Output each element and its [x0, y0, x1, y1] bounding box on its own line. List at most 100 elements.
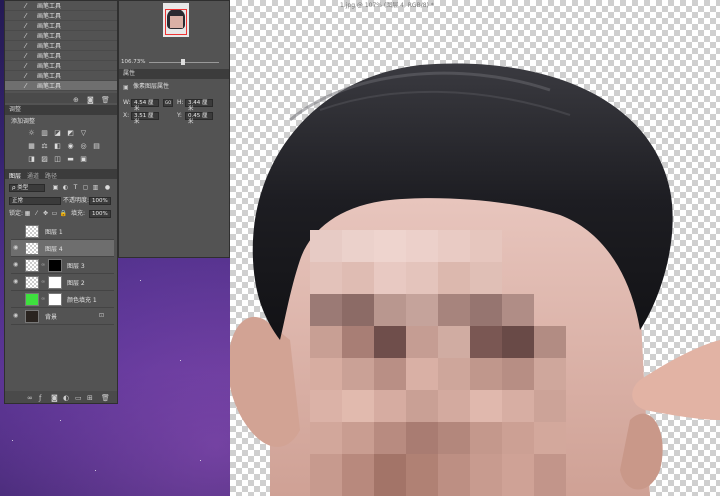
- link-dimensions-button[interactable]: GO: [163, 99, 173, 107]
- new-layer-icon[interactable]: ⊞: [87, 394, 93, 402]
- camera-icon[interactable]: ◙: [87, 96, 94, 104]
- layer-name: 背景: [45, 314, 58, 321]
- star: [12, 440, 13, 441]
- zoom-slider-thumb[interactable]: [181, 59, 185, 65]
- tab-properties[interactable]: 属性: [119, 69, 229, 79]
- levels-icon[interactable]: ▥: [40, 129, 49, 137]
- layer-row[interactable]: ∞ 颜色填充 1: [11, 291, 114, 308]
- layer-mask-thumbnail: [48, 293, 62, 306]
- star: [140, 280, 141, 281]
- threshold-icon[interactable]: ◫: [53, 155, 62, 163]
- add-mask-icon[interactable]: ◙: [51, 394, 58, 402]
- hue-icon[interactable]: ▦: [27, 142, 36, 150]
- new-group-icon[interactable]: ▭: [75, 394, 82, 402]
- layer-row-selected[interactable]: ◉ 图层 4: [11, 240, 114, 257]
- history-item[interactable]: ⁄ 画笔工具: [5, 11, 117, 21]
- y-input[interactable]: 0.45 厘米: [185, 112, 213, 125]
- pixel-filter-icon[interactable]: ▣: [51, 184, 60, 192]
- smart-filter-icon[interactable]: ▥: [91, 184, 100, 192]
- zoom-value[interactable]: 106.73%: [121, 57, 145, 67]
- adjust-filter-icon[interactable]: ◐: [61, 184, 70, 192]
- history-item[interactable]: ⁄ 画笔工具: [5, 31, 117, 41]
- lock-all-icon[interactable]: 🔒: [59, 210, 68, 218]
- tab-paths[interactable]: 路径: [45, 171, 57, 180]
- layer-name: 图层 3: [67, 263, 85, 270]
- delete-layer-icon[interactable]: 🗑: [101, 394, 110, 402]
- eye-icon[interactable]: ◉: [13, 313, 20, 319]
- layers-tabs: 图层 通道 路径: [5, 169, 117, 180]
- brush-icon: ⁄: [25, 22, 27, 30]
- brush-icon: ⁄: [25, 42, 27, 50]
- curves-icon[interactable]: ◪: [53, 129, 62, 137]
- history-item[interactable]: ⁄ 画笔工具: [5, 61, 117, 71]
- eye-icon[interactable]: ◉: [13, 279, 20, 285]
- balance-icon[interactable]: ⚖: [40, 142, 49, 150]
- photo-filter-icon[interactable]: ◉: [66, 142, 75, 150]
- height-label: H:: [177, 99, 184, 106]
- eye-icon[interactable]: ◉: [13, 262, 20, 268]
- vibrance-icon[interactable]: ▽: [79, 129, 88, 137]
- right-panel-column: 106.73% 属性 ▣ 像素图层属性 W: 4.54 厘米 GO H: 3.4…: [118, 0, 230, 258]
- exposure-icon[interactable]: ◩: [66, 129, 75, 137]
- layer-row[interactable]: 图层 1: [11, 223, 114, 240]
- bw-icon[interactable]: ◧: [53, 142, 62, 150]
- photo-layer: [230, 63, 720, 496]
- invert-icon[interactable]: ◨: [27, 155, 36, 163]
- height-input[interactable]: 3.44 厘米: [185, 99, 213, 112]
- history-item[interactable]: ⁄ 画笔工具: [5, 71, 117, 81]
- brightness-icon[interactable]: ☼: [27, 129, 36, 137]
- lookup-icon[interactable]: ▤: [92, 142, 101, 150]
- star: [60, 420, 61, 421]
- fx-icon[interactable]: ƒ: [39, 394, 41, 402]
- history-footer: ⊕ ◙ 🗑: [5, 93, 117, 104]
- history-item[interactable]: ⁄ 画笔工具: [5, 21, 117, 31]
- mixer-icon[interactable]: ◎: [79, 142, 88, 150]
- blend-mode-select[interactable]: 正常: [9, 197, 61, 205]
- history-item[interactable]: ⁄ 画笔工具: [5, 41, 117, 51]
- pixel-layer-icon: ▣: [123, 84, 129, 91]
- link-layers-icon[interactable]: ∞: [27, 394, 33, 402]
- lock-transparent-icon[interactable]: ▦: [23, 210, 32, 218]
- brush-icon: ⁄: [25, 32, 27, 40]
- tab-layers[interactable]: 图层: [9, 171, 21, 180]
- eye-icon[interactable]: ◉: [13, 245, 20, 251]
- lock-pixels-icon[interactable]: ⁄: [32, 210, 41, 218]
- selective-color-icon[interactable]: ▣: [79, 155, 88, 163]
- fill-label: 填充:: [71, 210, 86, 217]
- layer-thumbnail: [25, 259, 39, 272]
- navigator-preview[interactable]: [163, 3, 189, 37]
- tab-adjustments[interactable]: 调整: [5, 105, 117, 115]
- x-input[interactable]: 3.51 厘米: [131, 112, 159, 125]
- document-canvas[interactable]: 1.jpg @ 107% (图层 4, RGB/8) *: [230, 0, 720, 496]
- star: [200, 460, 201, 461]
- type-filter-icon[interactable]: T: [71, 184, 80, 192]
- new-snapshot-icon[interactable]: ⊕: [73, 96, 79, 104]
- new-adjustment-icon[interactable]: ◐: [63, 394, 69, 402]
- history-item[interactable]: ⁄ 画笔工具: [5, 51, 117, 61]
- history-item[interactable]: ⁄ 画笔工具: [5, 1, 117, 11]
- link-icon: ∞: [41, 279, 46, 285]
- layer-filter-select[interactable]: ρ 类型: [9, 184, 45, 192]
- layer-thumbnail: [25, 310, 39, 323]
- shape-filter-icon[interactable]: ▢: [81, 184, 90, 192]
- lock-position-icon[interactable]: ✥: [41, 210, 50, 218]
- lock-artboard-icon[interactable]: ▭: [50, 210, 59, 218]
- width-input[interactable]: 4.54 厘米: [131, 99, 159, 112]
- layer-thumbnail: [25, 242, 39, 255]
- layers-footer: ∞ ƒ ◙ ◐ ▭ ⊞ 🗑: [5, 391, 117, 403]
- opacity-input[interactable]: 100%: [89, 197, 111, 205]
- layer-row[interactable]: ◉ 背景 ⊡: [11, 308, 114, 325]
- fill-input[interactable]: 100%: [89, 210, 111, 218]
- history-item-current[interactable]: ⁄ 画笔工具: [5, 81, 117, 91]
- posterize-icon[interactable]: ▨: [40, 155, 49, 163]
- layer-row[interactable]: ◉ ∞ 图层 3: [11, 257, 114, 274]
- brush-icon: ⁄: [25, 82, 27, 90]
- trash-icon[interactable]: 🗑: [101, 96, 110, 104]
- gradient-map-icon[interactable]: ▬: [66, 155, 75, 163]
- filter-toggle-icon[interactable]: ●: [103, 184, 112, 192]
- view-box[interactable]: [165, 9, 187, 35]
- tab-channels[interactable]: 通道: [27, 171, 39, 180]
- layer-name: 图层 1: [45, 229, 63, 236]
- navigator-panel: 106.73%: [119, 1, 229, 65]
- layer-row[interactable]: ◉ ∞ 图层 2: [11, 274, 114, 291]
